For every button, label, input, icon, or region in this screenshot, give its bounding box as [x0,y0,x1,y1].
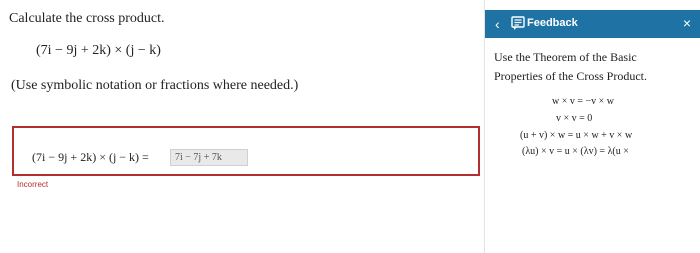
page: Calculate the cross product. (7i − 9j + … [0,0,700,253]
feedback-header: ‹ Feedback × [485,10,700,38]
answer-lhs: (7i − 9j + 2k) × (j − k) = [32,150,149,164]
answer-box: (7i − 9j + 2k) × (j − k) = 7i − 7j + 7k [12,126,480,176]
formula-anticommutative: w × v = −v × w [552,96,615,107]
question-instruction: Calculate the cross product. [9,11,165,26]
feedback-title: Feedback [527,17,578,29]
feedback-icon [511,16,525,30]
formula-self-cross: v × v = 0 [556,113,593,124]
formula-distributive: (u + v) × w = u × w + v × w [520,130,633,141]
question-panel: Calculate the cross product. (7i − 9j + … [0,0,484,253]
question-note: (Use symbolic notation or fractions wher… [11,78,299,93]
close-icon[interactable]: × [683,15,691,31]
incorrect-label: Incorrect [17,180,49,189]
chevron-left-icon[interactable]: ‹ [495,16,500,32]
question-expression: (7i − 9j + 2k) × (j − k) [36,43,161,58]
feedback-hint: Use the Theorem of the Basic Properties … [494,50,647,83]
answer-input[interactable]: 7i − 7j + 7k [170,149,248,166]
formula-scalar: (λu) × v = u × (λv) = λ(u × [522,146,629,157]
